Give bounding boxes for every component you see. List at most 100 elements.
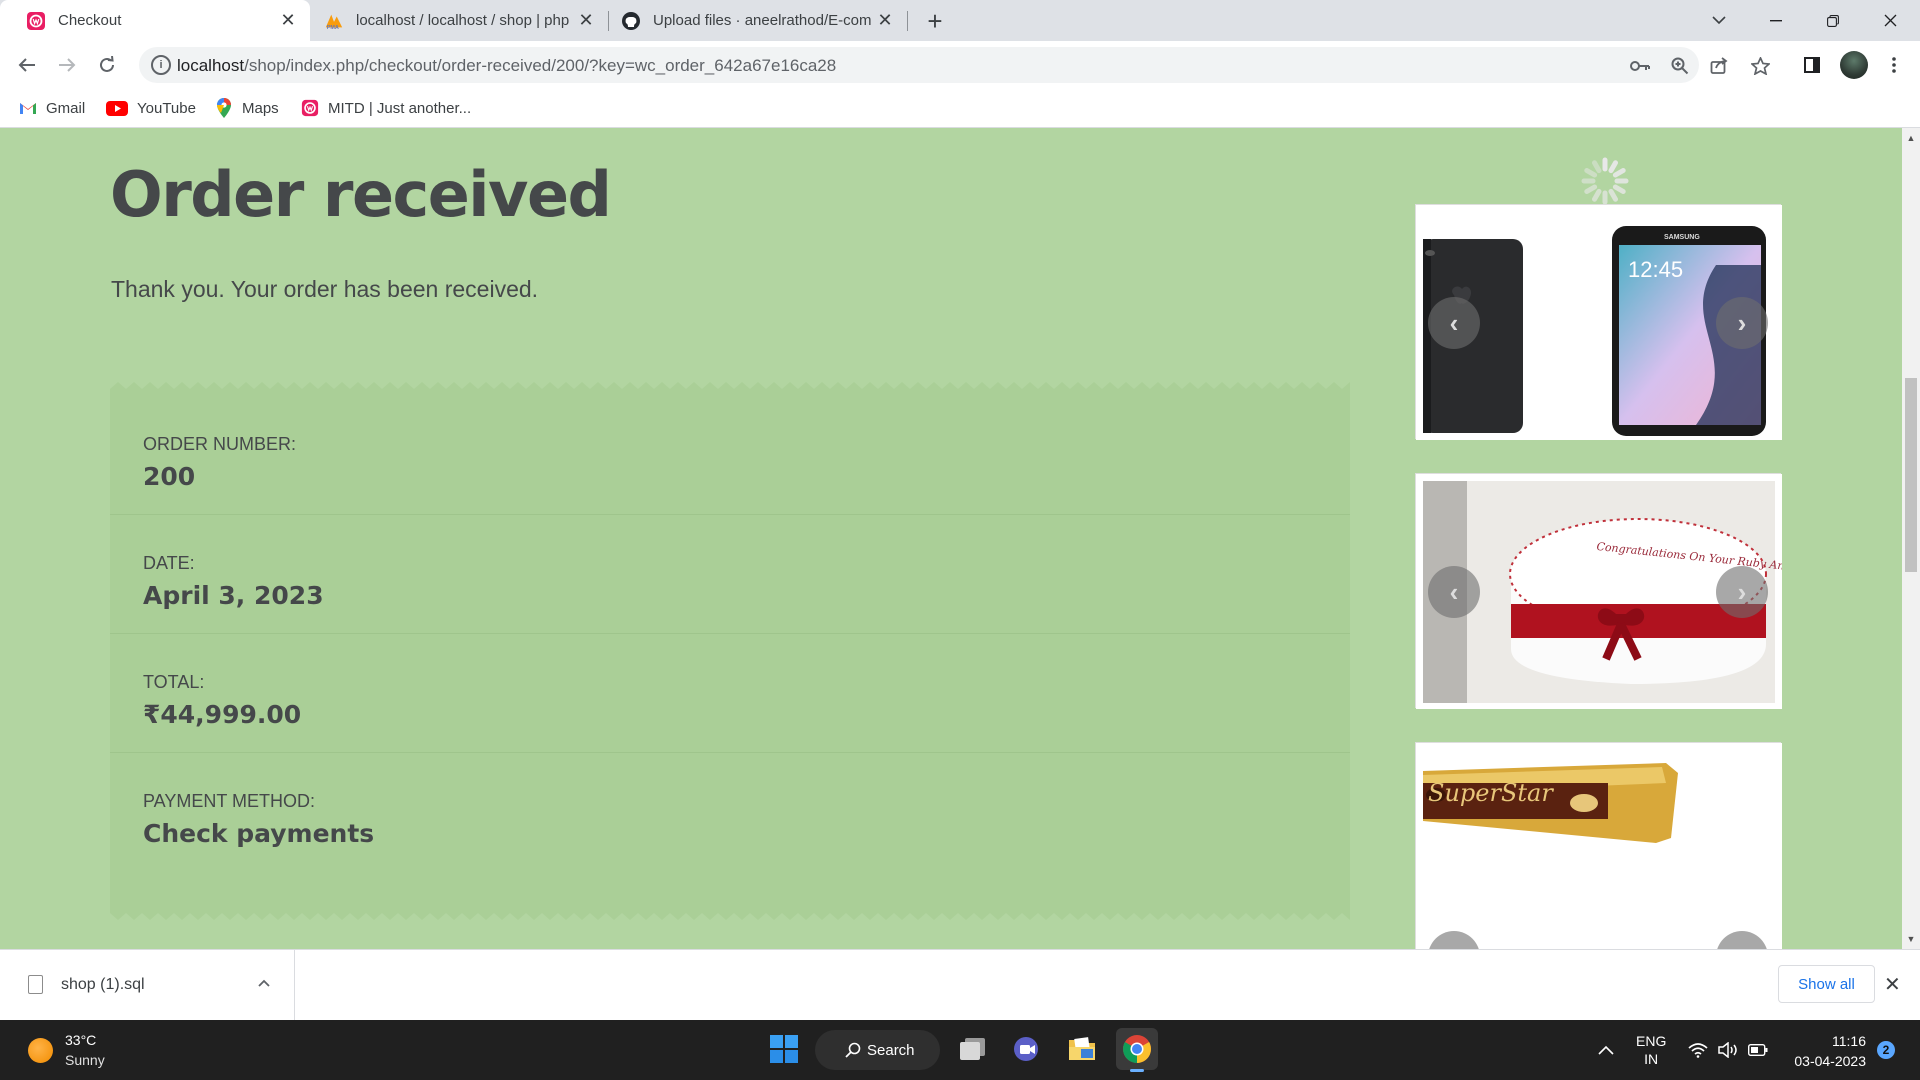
address-bar[interactable]: i localhost/shop/index.php/checkout/orde…	[139, 47, 1770, 83]
zoom-icon[interactable]	[1669, 55, 1691, 77]
restore-icon[interactable]	[1809, 0, 1857, 41]
bookmark-youtube[interactable]: YouTube	[106, 97, 196, 119]
bookmark-maps[interactable]: Maps	[215, 97, 279, 119]
chrome-icon[interactable]	[1116, 1028, 1158, 1072]
taskbar-search[interactable]: Search	[815, 1030, 940, 1070]
maps-icon	[215, 98, 233, 118]
close-tab-icon[interactable]: ✕	[873, 9, 897, 33]
bookmark-star-icon[interactable]	[1749, 55, 1771, 77]
volume-icon[interactable]	[1718, 1020, 1740, 1080]
youtube-icon	[106, 99, 128, 117]
slider-prev-button[interactable]: ‹	[1428, 566, 1480, 618]
bookmarks-bar: Gmail YouTube Maps MITD | Just another..…	[0, 89, 1920, 128]
phone-brand-text: SAMSUNG	[1664, 234, 1700, 241]
active-app-indicator	[1130, 1069, 1144, 1072]
password-key-icon[interactable]	[1629, 55, 1651, 77]
file-icon	[28, 975, 43, 994]
tab-search-chevron-icon[interactable]	[1695, 0, 1743, 41]
windows-start-icon[interactable]	[763, 1028, 805, 1070]
close-window-icon[interactable]	[1866, 0, 1914, 41]
show-all-button[interactable]: Show all	[1778, 965, 1875, 1003]
new-tab-button[interactable]: +	[921, 6, 949, 36]
sun-icon[interactable]	[28, 1038, 53, 1063]
order-date-label: DATE:	[143, 553, 195, 573]
battery-icon[interactable]	[1748, 1020, 1768, 1080]
order-date-value: April 3, 2023	[143, 581, 324, 610]
tab-github[interactable]: Upload files · aneelrathod/E-com ✕	[609, 0, 907, 41]
order-total-row: TOTAL: ₹44,999.00	[110, 634, 1350, 753]
receipt-zigzag-bottom	[110, 906, 1350, 920]
clock-time: 11:16	[1832, 1033, 1866, 1049]
share-icon[interactable]	[1708, 55, 1730, 77]
tab-title: localhost / localhost / shop | php	[356, 12, 570, 29]
tab-separator	[907, 11, 908, 31]
language-indicator[interactable]: ENG IN	[1636, 1020, 1666, 1080]
order-total-value: ₹44,999.00	[143, 700, 302, 729]
weather-condition[interactable]: Sunny	[65, 1052, 105, 1068]
wifi-icon[interactable]	[1688, 1020, 1708, 1080]
scroll-down-icon[interactable]: ▼	[1906, 934, 1916, 944]
back-icon[interactable]	[11, 49, 43, 81]
thank-you-message: Thank you. Your order has been received.	[111, 276, 539, 302]
product-slider-phones: 12:45 SAMSUNG ‹ ›	[1415, 204, 1782, 440]
tab-title: Checkout	[58, 12, 122, 29]
profile-avatar[interactable]	[1840, 51, 1868, 79]
page-scrollbar[interactable]: ▲ ▼	[1902, 128, 1920, 949]
windows-taskbar: 33°C Sunny Search ENG IN 11:16 03-04-202…	[0, 1020, 1920, 1080]
task-view-icon[interactable]	[951, 1028, 993, 1070]
tab-phpmyadmin[interactable]: PMA localhost / localhost / shop | php ✕	[310, 0, 608, 41]
page-viewport: Order received Thank you. Your order has…	[0, 128, 1902, 949]
tab-title: Upload files · aneelrathod/E-com	[653, 12, 872, 29]
chocolate-wrapper-text: SuperStar	[1428, 779, 1554, 807]
download-bar: shop (1).sql Show all ✕	[0, 949, 1920, 1020]
notification-badge[interactable]: 2	[1877, 1041, 1895, 1059]
download-item[interactable]: shop (1).sql	[0, 950, 295, 1020]
close-tab-icon[interactable]: ✕	[276, 9, 300, 33]
tab-strip: Checkout ✕ PMA localhost / localhost / s…	[0, 0, 1920, 41]
clock-date: 03-04-2023	[1794, 1053, 1866, 1069]
page-title: Order received	[110, 158, 612, 231]
slider-next-button[interactable]: ›	[1716, 297, 1768, 349]
order-number-row: ORDER NUMBER: 200	[110, 396, 1350, 515]
chocolate-image: SuperStar	[1416, 743, 1782, 949]
search-label: Search	[867, 1041, 915, 1059]
browser-toolbar: i localhost/shop/index.php/checkout/orde…	[0, 41, 1920, 89]
side-panel-icon[interactable]	[1798, 51, 1826, 79]
bookmark-gmail[interactable]: Gmail	[19, 97, 85, 119]
system-clock[interactable]: 11:16 03-04-2023	[1786, 1031, 1866, 1071]
scrollbar-thumb[interactable]	[1905, 378, 1917, 572]
order-date-row: DATE: April 3, 2023	[110, 515, 1350, 634]
loading-spinner-icon	[1581, 157, 1629, 205]
wordpress-site-icon	[26, 11, 46, 31]
tab-checkout[interactable]: Checkout ✕	[0, 0, 310, 41]
phpmyadmin-icon: PMA	[324, 11, 344, 31]
weather-temperature[interactable]: 33°C	[65, 1032, 96, 1048]
url-text[interactable]: localhost/shop/index.php/checkout/order-…	[177, 56, 836, 76]
chevron-up-icon[interactable]	[258, 974, 270, 990]
minimize-icon[interactable]	[1752, 0, 1800, 41]
show-hidden-icons-chevron-icon[interactable]	[1598, 1020, 1614, 1080]
url-host: localhost	[177, 56, 245, 75]
language-code: ENG	[1636, 1033, 1667, 1049]
bookmark-label: MITD | Just another...	[328, 99, 472, 117]
product-slider-chocolate: SuperStar ‹ ›	[1415, 742, 1782, 949]
scroll-up-icon[interactable]: ▲	[1906, 133, 1916, 143]
slider-prev-button[interactable]: ‹	[1428, 297, 1480, 349]
order-number-value: 200	[143, 462, 196, 491]
bookmark-label: YouTube	[137, 99, 196, 117]
slider-next-button[interactable]: ›	[1716, 566, 1768, 618]
bookmark-mitd[interactable]: MITD | Just another...	[301, 97, 471, 119]
kebab-menu-icon[interactable]	[1880, 51, 1908, 79]
teams-chat-icon[interactable]	[1006, 1028, 1048, 1070]
close-download-bar-icon[interactable]: ✕	[1884, 972, 1901, 997]
file-explorer-icon[interactable]	[1061, 1028, 1103, 1070]
order-number-label: ORDER NUMBER:	[143, 434, 297, 454]
bookmark-label: Gmail	[46, 99, 86, 117]
site-info-icon[interactable]: i	[151, 55, 171, 75]
search-icon	[845, 1042, 861, 1058]
forward-icon[interactable]	[51, 49, 83, 81]
reload-icon[interactable]	[91, 49, 123, 81]
close-tab-icon[interactable]: ✕	[574, 9, 598, 33]
gmail-icon	[19, 99, 37, 117]
product-slider-cake: Congratulations On Your Ruby Anniversary…	[1415, 473, 1838, 709]
